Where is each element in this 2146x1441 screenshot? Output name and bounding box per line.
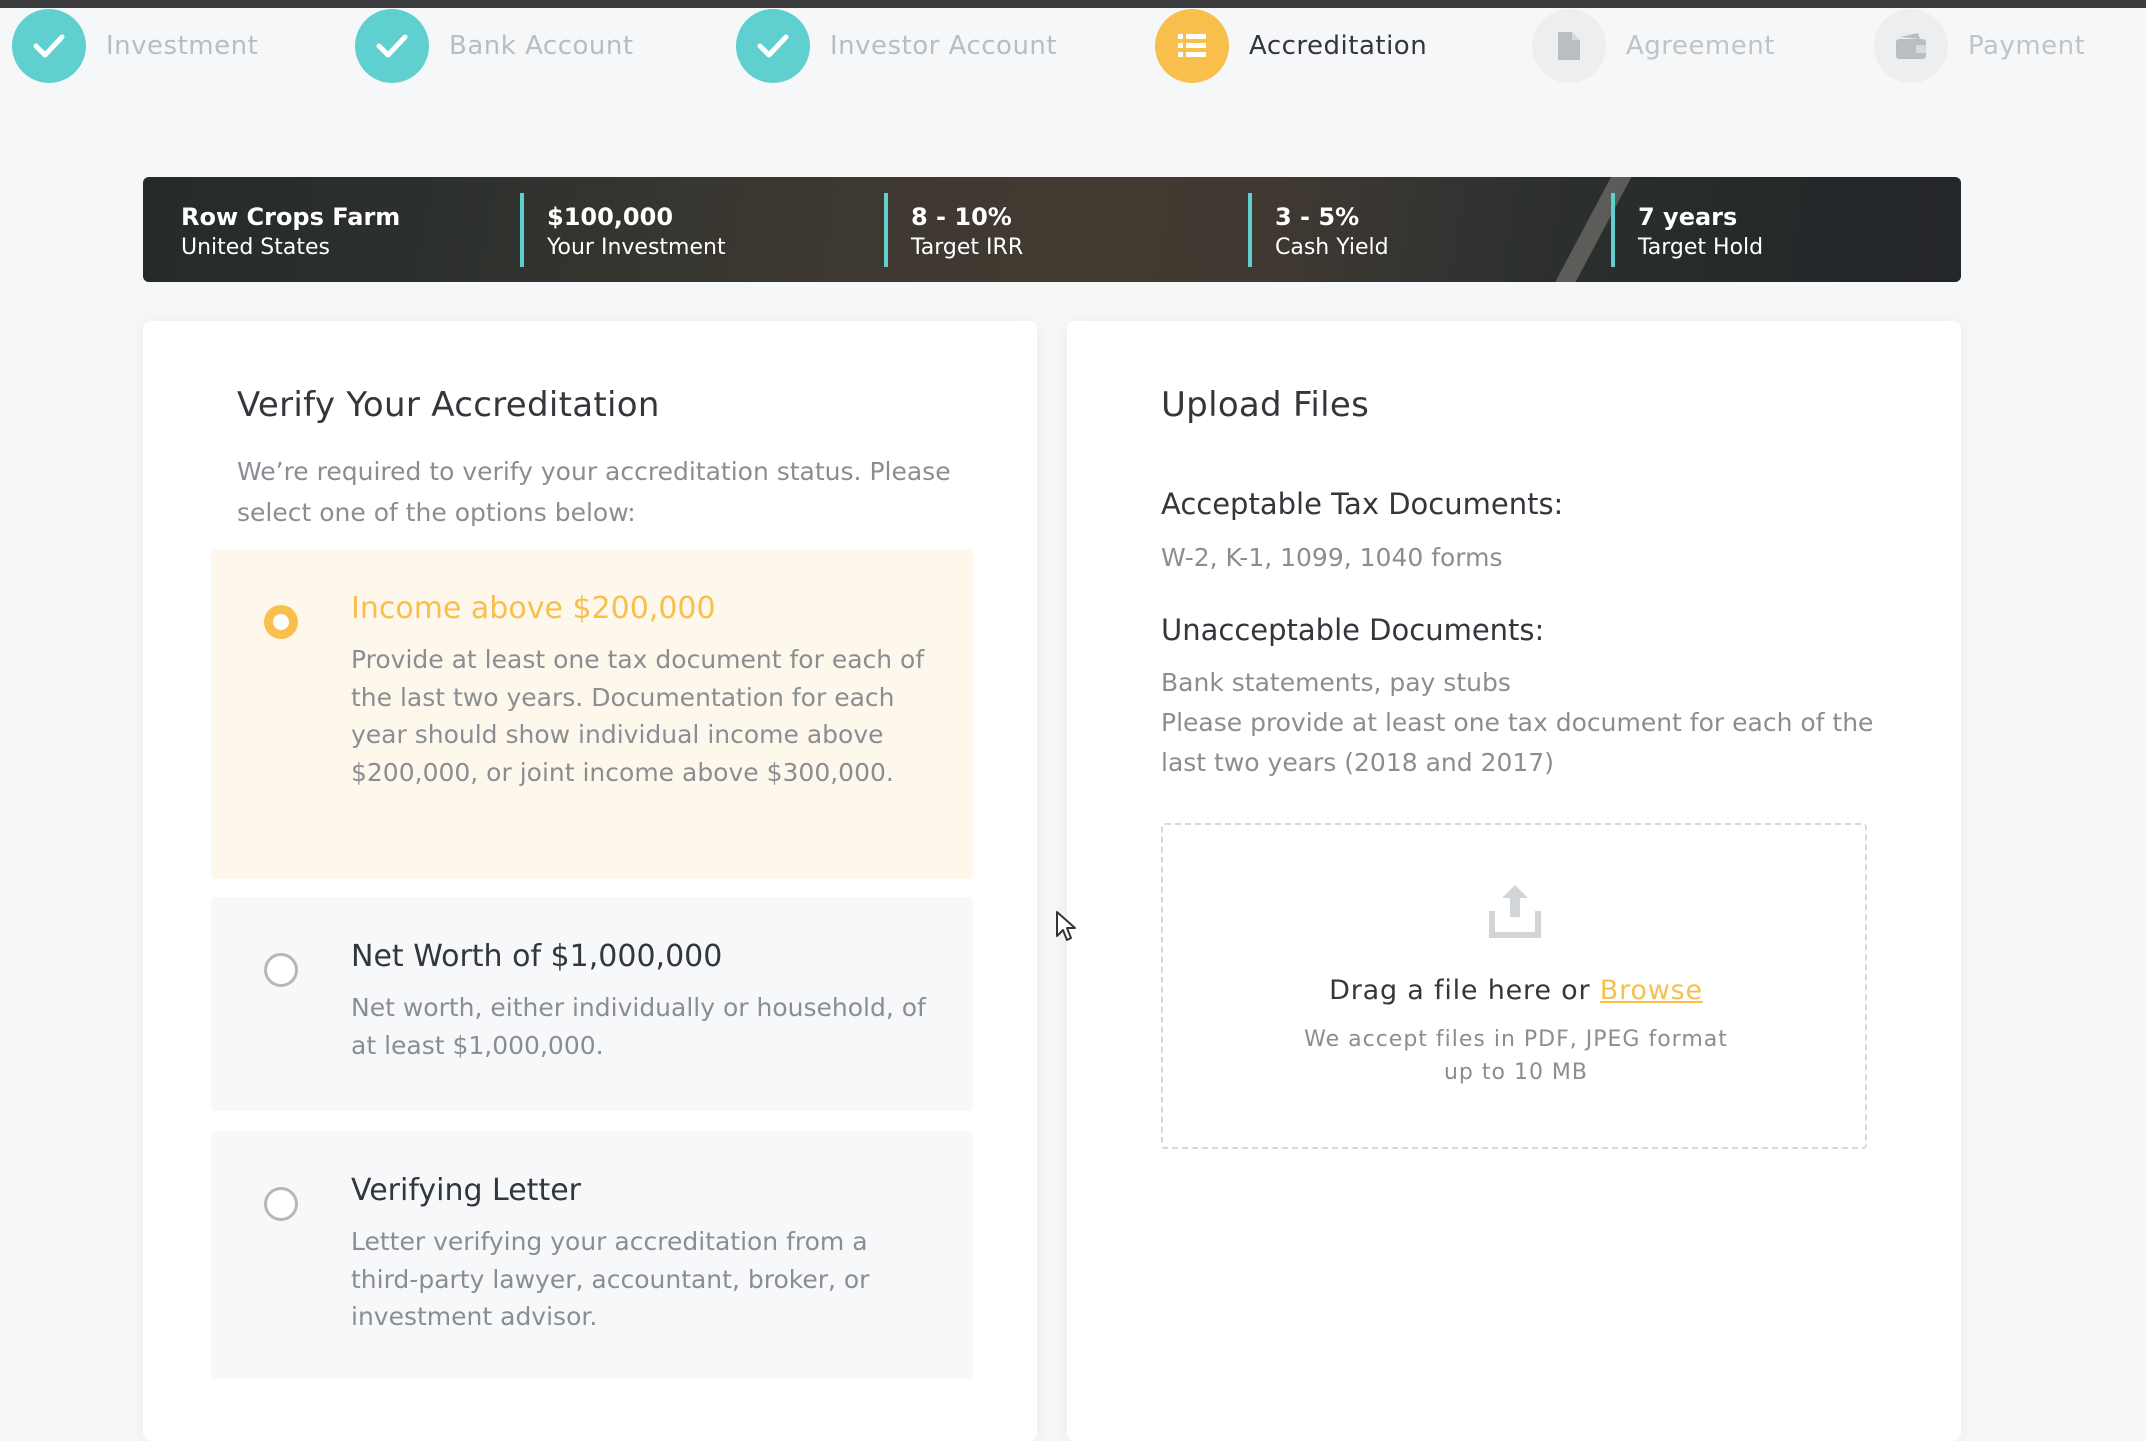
upload-note: Please provide at least one tax document… (1161, 708, 1874, 777)
banner-value: 7 years (1638, 203, 1738, 231)
banner-value: Row Crops Farm (181, 203, 401, 231)
unacceptable-docs-text: Bank statements, pay stubs (1161, 668, 1511, 697)
check-icon (12, 9, 86, 83)
acceptable-docs-text: W-2, K-1, 1099, 1040 forms (1161, 543, 1503, 572)
banner-value: 8 - 10% (911, 203, 1012, 231)
step-label: Bank Account (449, 31, 634, 61)
option-net-worth[interactable]: Net Worth of $1,000,000 Net worth, eithe… (211, 897, 973, 1111)
banner-item-yield: 3 - 5% Cash Yield (1275, 201, 1389, 263)
step-label: Investor Account (830, 31, 1058, 61)
step-label: Payment (1968, 31, 2086, 61)
wallet-icon (1874, 9, 1948, 83)
banner-label: Target Hold (1638, 235, 1764, 260)
accepted-size-line: up to 10 MB (1443, 1060, 1589, 1085)
option-title: Income above $200,000 (351, 591, 716, 626)
upload-title: Upload Files (1161, 385, 1370, 425)
option-income[interactable]: Income above $200,000 Provide at least o… (211, 549, 973, 879)
upload-files-card: Upload Files Acceptable Tax Documents: W… (1067, 321, 1961, 1441)
banner-label: United States (181, 235, 330, 260)
check-icon (736, 9, 810, 83)
banner-item-property: Row Crops Farm United States (181, 201, 400, 263)
banner-divider (1248, 193, 1252, 267)
step-label: Investment (106, 31, 259, 61)
list-icon (1155, 9, 1229, 83)
banner-value: 3 - 5% (1275, 203, 1360, 231)
investment-summary-banner: Row Crops Farm United States $100,000 Yo… (143, 177, 1961, 282)
top-bar (0, 0, 2146, 8)
verify-title: Verify Your Accreditation (237, 385, 660, 425)
mouse-cursor-icon (1055, 910, 1077, 946)
banner-divider (884, 193, 888, 267)
verify-intro: We’re required to verify your accreditat… (237, 457, 951, 527)
step-agreement[interactable]: Agreement (1532, 8, 1775, 84)
radio-button-selected[interactable] (264, 605, 298, 639)
upload-icon (1488, 881, 1542, 939)
option-verifying-letter[interactable]: Verifying Letter Letter verifying your a… (211, 1131, 973, 1379)
accepted-formats-line: We accept files in PDF, JPEG format (1304, 1027, 1728, 1052)
browse-link[interactable]: Browse (1600, 975, 1703, 1006)
step-investor-account[interactable]: Investor Account (736, 8, 1057, 84)
drag-instruction: Drag a file here or Browse (1163, 975, 1869, 1006)
progress-stepper: Investment Bank Account Investor Account… (0, 8, 2146, 84)
file-dropzone[interactable]: Drag a file here or Browse We accept fil… (1161, 823, 1867, 1149)
option-description: Provide at least one tax document for ea… (351, 645, 925, 787)
banner-label: Your Investment (547, 235, 726, 260)
radio-button[interactable] (264, 1187, 298, 1221)
option-description: Net worth, either individually or househ… (351, 993, 926, 1060)
banner-label: Target IRR (911, 235, 1024, 260)
radio-button[interactable] (264, 953, 298, 987)
drag-text: Drag a file here or (1329, 975, 1591, 1006)
acceptable-docs-title: Acceptable Tax Documents: (1161, 487, 1564, 521)
banner-divider (520, 193, 524, 267)
document-icon (1532, 9, 1606, 83)
verify-accreditation-card: Verify Your Accreditation We’re required… (143, 321, 1037, 1441)
banner-background-road (1548, 177, 1636, 282)
step-accreditation[interactable]: Accreditation (1155, 8, 1427, 84)
check-icon (355, 9, 429, 83)
banner-divider (1611, 193, 1615, 267)
step-payment[interactable]: Payment (1874, 8, 2085, 84)
banner-item-irr: 8 - 10% Target IRR (911, 201, 1023, 263)
step-bank-account[interactable]: Bank Account (355, 8, 634, 84)
banner-label: Cash Yield (1275, 235, 1389, 260)
unacceptable-docs-title: Unacceptable Documents: (1161, 613, 1545, 647)
accepted-formats: We accept files in PDF, JPEG format up t… (1163, 1023, 1869, 1089)
step-investment[interactable]: Investment (12, 8, 258, 84)
option-description: Letter verifying your accreditation from… (351, 1227, 870, 1331)
option-title: Net Worth of $1,000,000 (351, 939, 723, 974)
step-label: Accreditation (1249, 31, 1428, 61)
option-title: Verifying Letter (351, 1173, 581, 1208)
step-label: Agreement (1626, 31, 1775, 61)
banner-item-investment: $100,000 Your Investment (547, 201, 726, 263)
banner-item-hold: 7 years Target Hold (1638, 201, 1763, 263)
banner-value: $100,000 (547, 203, 674, 231)
